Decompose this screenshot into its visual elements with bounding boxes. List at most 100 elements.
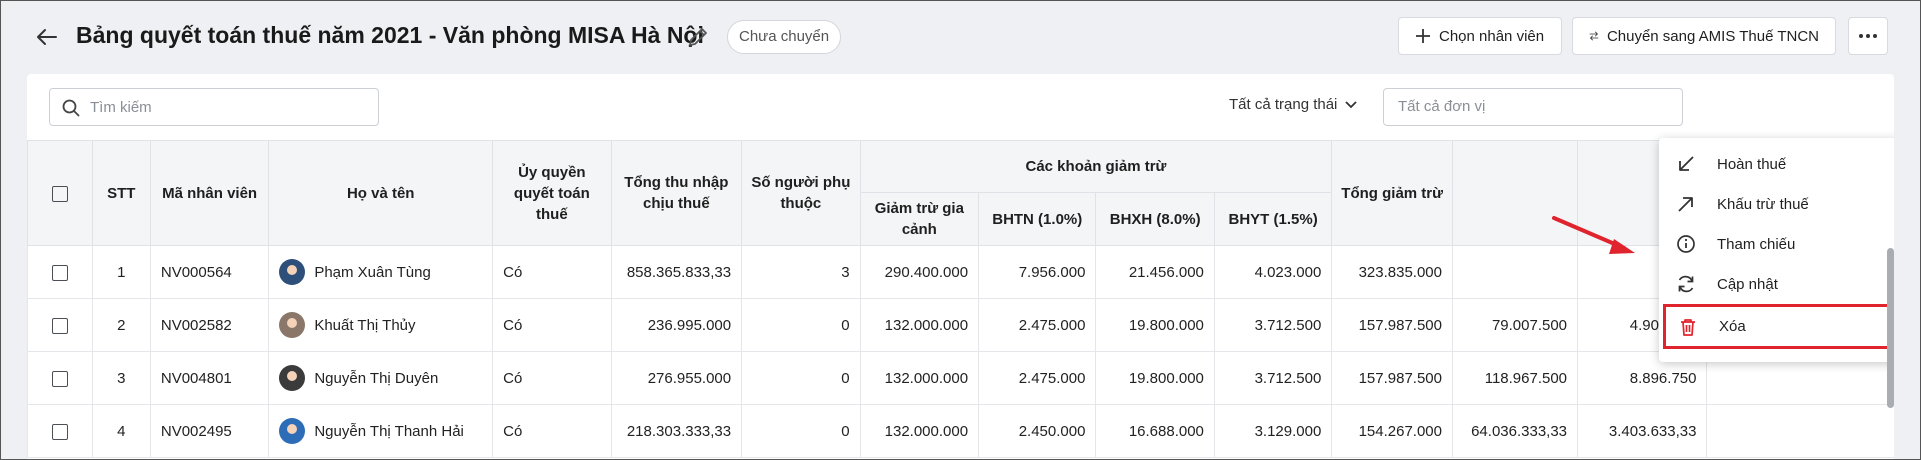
cell-family: 132.000.000 xyxy=(859,298,980,352)
cell-col12: 64.036.333,33 xyxy=(1451,404,1579,458)
transfer-button[interactable]: Chuyển sang AMIS Thuế TNCN xyxy=(1572,17,1836,55)
avatar xyxy=(279,312,306,338)
choose-employee-button[interactable]: Chọn nhân viên xyxy=(1398,17,1562,55)
chevron-down-icon xyxy=(1345,100,1358,108)
search-input[interactable] xyxy=(90,95,370,119)
row-select xyxy=(27,245,93,299)
header-family-deduction: Giảm trừ gia cảnh xyxy=(859,192,980,246)
vertical-scrollbar[interactable] xyxy=(1887,248,1894,408)
cell-stt: 3 xyxy=(91,351,151,405)
table-row[interactable]: 3 NV004801 Nguyễn Thị Duyên Có 276.955.0… xyxy=(27,351,1894,405)
avatar xyxy=(279,365,306,391)
cell-bhtn: 2.450.000 xyxy=(978,404,1097,458)
menu-item-reference[interactable]: Tham chiếu xyxy=(1659,224,1894,264)
plus-icon xyxy=(1416,29,1430,43)
cell-bhxh: 19.800.000 xyxy=(1095,351,1215,405)
header-bhxh: BHXH (8.0%) xyxy=(1095,192,1215,246)
back-button[interactable] xyxy=(34,24,60,50)
menu-item-deduct[interactable]: Khấu trừ thuế xyxy=(1659,184,1894,224)
header-taxable-income: Tổng thu nhập chịu thuế xyxy=(610,140,743,246)
menu-item-refund[interactable]: Hoàn thuế xyxy=(1659,144,1894,184)
employee-name: Phạm Xuân Tùng xyxy=(314,263,431,281)
cell-code: NV002582 xyxy=(149,298,270,352)
cell-bhxh: 21.456.000 xyxy=(1095,245,1215,299)
cell-dependents: 0 xyxy=(741,298,861,352)
status-filter-label: Tất cả trạng thái xyxy=(1229,96,1338,113)
menu-item-label: Cập nhật xyxy=(1717,275,1778,293)
cell-stt: 2 xyxy=(91,298,151,352)
cell-name: Nguyễn Thị Duyên xyxy=(268,351,494,405)
page-header: Bảng quyết toán thuế năm 2021 - Văn phòn… xyxy=(0,0,1921,74)
page-title: Bảng quyết toán thuế năm 2021 - Văn phòn… xyxy=(76,22,704,48)
table-row[interactable]: 1 NV000564 Phạm Xuân Tùng Có 858.365.833… xyxy=(27,245,1894,299)
cell-family: 132.000.000 xyxy=(859,404,980,458)
row-select xyxy=(27,404,93,458)
header-col12 xyxy=(1451,140,1579,246)
cell-total: 157.987.500 xyxy=(1331,298,1453,352)
cell-col13: 3.403.633,33 xyxy=(1577,404,1708,458)
employee-name: Khuất Thị Thủy xyxy=(314,316,416,334)
cell-bhyt: 3.129.000 xyxy=(1213,404,1333,458)
header-authorized: Ủy quyền quyết toán thuế xyxy=(492,140,612,246)
cell-bhtn: 2.475.000 xyxy=(978,351,1097,405)
more-options-button[interactable] xyxy=(1848,17,1888,55)
row-checkbox[interactable] xyxy=(51,370,68,387)
table-row[interactable]: 4 NV002495 Nguyễn Thị Thanh Hải Có 218.3… xyxy=(27,404,1894,458)
cell-authorized: Có xyxy=(492,351,612,405)
cell-name: Khuất Thị Thủy xyxy=(268,298,494,352)
refresh-icon xyxy=(1674,272,1698,296)
main-card: Tất cả trạng thái Tất cả đơn vị STT Mã n… xyxy=(27,74,1894,460)
arrow-up-right-icon xyxy=(1674,192,1698,216)
header-total-deduction: Tổng giảm trừ xyxy=(1331,140,1453,246)
header-employee-code: Mã nhân viên xyxy=(149,140,270,246)
menu-item-label: Tham chiếu xyxy=(1717,235,1796,253)
cell-dependents: 3 xyxy=(741,245,861,299)
menu-item-delete[interactable]: Xóa xyxy=(1663,304,1894,349)
cell-name: Nguyễn Thị Thanh Hải xyxy=(268,404,494,458)
cell-authorized: Có xyxy=(492,404,612,458)
select-all-checkbox[interactable] xyxy=(51,185,68,202)
more-options-menu: Hoàn thuế Khấu trừ thuế Tham chiếu Cập n… xyxy=(1659,138,1894,362)
menu-item-update[interactable]: Cập nhật xyxy=(1659,264,1894,304)
employee-name: Nguyễn Thị Duyên xyxy=(314,369,439,387)
tax-table: STT Mã nhân viên Họ và tên Ủy quyền quyế… xyxy=(27,140,1894,458)
cell-code: NV002495 xyxy=(149,404,270,458)
header-stt: STT xyxy=(91,140,151,246)
cell-code: NV000564 xyxy=(149,245,270,299)
swap-arrows-icon xyxy=(1589,31,1599,41)
status-badge: Chưa chuyển xyxy=(727,20,842,54)
row-checkbox[interactable] xyxy=(51,264,68,281)
cell-authorized: Có xyxy=(492,298,612,352)
arrow-left-icon xyxy=(37,29,57,45)
cell-income: 236.995.000 xyxy=(610,298,743,352)
cell-stt: 4 xyxy=(91,404,151,458)
employee-name: Nguyễn Thị Thanh Hải xyxy=(314,422,464,440)
menu-item-label: Xóa xyxy=(1719,318,1746,335)
cell-code: NV004801 xyxy=(149,351,270,405)
transfer-label: Chuyển sang AMIS Thuế TNCN xyxy=(1606,27,1819,45)
unit-filter[interactable]: Tất cả đơn vị xyxy=(1383,88,1683,126)
avatar xyxy=(279,418,306,444)
cell-col12 xyxy=(1451,245,1579,299)
cell-bhtn: 7.956.000 xyxy=(978,245,1097,299)
cell-family: 132.000.000 xyxy=(859,351,980,405)
row-checkbox[interactable] xyxy=(51,423,68,440)
cell-stt: 1 xyxy=(91,245,151,299)
cell-authorized: Có xyxy=(492,245,612,299)
pencil-icon[interactable] xyxy=(686,25,710,49)
cell-name: Phạm Xuân Tùng xyxy=(268,245,494,299)
cell-total: 157.987.500 xyxy=(1331,351,1453,405)
row-checkbox[interactable] xyxy=(51,317,68,334)
trash-icon xyxy=(1676,315,1700,339)
header-bhtn: BHTN (1.0%) xyxy=(978,192,1097,246)
search-box[interactable] xyxy=(49,88,379,126)
status-filter[interactable]: Tất cả trạng thái xyxy=(1229,96,1358,113)
cell-family: 290.400.000 xyxy=(859,245,980,299)
cell-bhxh: 16.688.000 xyxy=(1095,404,1215,458)
avatar xyxy=(279,259,306,285)
menu-item-label: Hoàn thuế xyxy=(1717,155,1787,173)
cell-total: 323.835.000 xyxy=(1331,245,1453,299)
table-row[interactable]: 2 NV002582 Khuất Thị Thủy Có 236.995.000… xyxy=(27,298,1894,352)
cell-income: 276.955.000 xyxy=(610,351,743,405)
more-dots-icon xyxy=(1859,34,1877,38)
